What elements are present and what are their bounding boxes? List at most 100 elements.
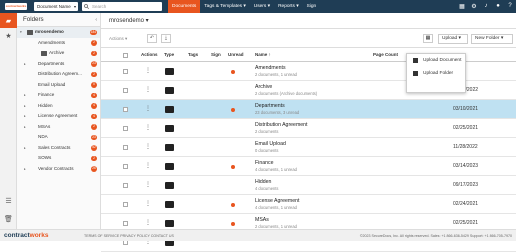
col-type[interactable]: Type (164, 48, 174, 62)
more-options-icon[interactable]: ⋮ (145, 181, 151, 189)
nav-item[interactable]: Tags & Templates ▾ (200, 0, 250, 13)
row-checkbox[interactable] (123, 69, 128, 74)
undo-icon[interactable]: ↶ (147, 34, 157, 43)
folder-item[interactable]: ▸ Departments 23 (17, 59, 100, 70)
folder-item[interactable]: ▸ Hidden 4 (17, 101, 100, 112)
row-checkbox[interactable] (123, 107, 128, 112)
folder-nav-icon[interactable]: ▰ (0, 13, 17, 28)
more-options-icon[interactable]: ⋮ (145, 162, 151, 170)
row-name[interactable]: Hidden (255, 179, 271, 185)
row-name[interactable]: Archive (255, 84, 272, 90)
more-options-icon[interactable]: ⋮ (145, 200, 151, 208)
folder-name: Vendor Contracts (38, 165, 74, 171)
folder-item[interactable]: ▸ Sales Contracts 52 (17, 143, 100, 154)
table-row[interactable]: ⋮ Email Upload 0 documents 11/28/2022 (101, 138, 516, 157)
folder-item[interactable]: Archive 2 (17, 48, 100, 59)
expand-icon[interactable]: ▸ (24, 143, 26, 154)
folder-item[interactable]: ▸ MSAs 2 (17, 122, 100, 133)
upload-folder-item[interactable]: Upload Folder (407, 67, 465, 80)
expand-icon[interactable]: ▸ (24, 90, 26, 101)
row-name[interactable]: Finance (255, 160, 273, 166)
col-sign[interactable]: Sign (211, 48, 221, 62)
nav-item[interactable]: Documents (168, 0, 201, 13)
table-row[interactable]: ⋮ Distribution Agreement 2 documents 02/25/… (101, 119, 516, 138)
folder-icon (165, 163, 174, 170)
file-icon (413, 58, 418, 63)
grid-view-icon[interactable]: ▦ (423, 34, 433, 43)
row-name[interactable]: Distribution Agreement (255, 122, 307, 128)
bell-icon[interactable]: ♪ (482, 2, 490, 10)
row-name[interactable]: License Agreement (255, 198, 299, 204)
grid-icon[interactable]: ▦ (458, 2, 466, 10)
more-options-icon[interactable]: ⋮ (145, 67, 151, 75)
row-checkbox[interactable] (123, 164, 128, 169)
table-row[interactable]: ⋮ Departments 23 documents, 3 unread 03/10/… (101, 100, 516, 119)
row-name[interactable]: Email Upload (255, 141, 286, 147)
row-checkbox[interactable] (123, 88, 128, 93)
footer-links[interactable]: TERMS OF SERVICE PRIVACY POLICY CONTACT … (84, 230, 174, 242)
chevron-left-icon[interactable]: ‹ (95, 13, 97, 27)
expand-icon[interactable]: ▸ (24, 111, 26, 122)
upload-document-item[interactable]: Upload Document (407, 54, 465, 67)
folder-item[interactable]: SOWs 2 (17, 153, 100, 164)
folder-name: mrosendemo (35, 29, 64, 34)
col-tags[interactable]: Tags (188, 48, 198, 62)
count-badge: 2 (91, 155, 97, 161)
row-checkbox[interactable] (123, 145, 128, 150)
unread-dot (231, 108, 235, 112)
row-name[interactable]: Amendments (255, 65, 286, 71)
download-icon[interactable]: ⤓ (161, 34, 171, 43)
folder-item[interactable]: Distribution Agreem... 2 (17, 69, 100, 80)
row-checkbox[interactable] (123, 221, 128, 226)
list-icon[interactable]: ☰ (0, 193, 17, 208)
row-checkbox[interactable] (123, 183, 128, 188)
col-page-count[interactable]: Page Count (373, 48, 398, 62)
star-icon[interactable]: ★ (0, 28, 17, 43)
actions-dropdown[interactable]: Actions ▾ (107, 34, 138, 43)
breadcrumb[interactable]: mrosendemo ▾ (101, 13, 516, 29)
folder-icon (413, 71, 418, 76)
nav-item[interactable]: Reports ▾ (274, 0, 303, 13)
upload-button[interactable]: Upload ▾ (438, 34, 468, 44)
left-rail: ▰ ★ ☰ 🗑 (0, 13, 17, 229)
table-row[interactable]: ⋮ License Agreement 4 documents, 1 unread 0… (101, 195, 516, 214)
folder-item[interactable]: Email Upload 0 (17, 80, 100, 91)
folder-item[interactable]: ▸ Vendor Contracts 26 (17, 164, 100, 175)
expand-icon[interactable]: ▾ (20, 27, 22, 38)
folder-item[interactable]: ▾ mrosendemo 184 (17, 27, 100, 38)
app-logo[interactable]: contractworks (0, 0, 32, 13)
col-name[interactable]: Name ↑ (255, 48, 271, 62)
nav-item[interactable]: Users ▾ (250, 0, 274, 13)
folder-item[interactable]: ▸ Finance 4 (17, 90, 100, 101)
expand-icon[interactable]: ▸ (24, 164, 26, 175)
expand-icon[interactable]: ▸ (24, 122, 26, 133)
row-checkbox[interactable] (123, 126, 128, 131)
table-row[interactable]: ⋮ Hidden 4 documents 09/17/2023 (101, 176, 516, 195)
document-name-select[interactable]: Document Name ▾ (34, 2, 78, 11)
folder-item[interactable]: Amendments 2 (17, 38, 100, 49)
row-checkbox[interactable] (123, 202, 128, 207)
folder-item[interactable]: ▸ License Agreement 4 (17, 111, 100, 122)
trash-icon[interactable]: 🗑 (0, 211, 17, 226)
search-input[interactable]: Search (82, 2, 162, 11)
help-icon[interactable]: ? (506, 2, 514, 10)
more-options-icon[interactable]: ⋮ (145, 124, 151, 132)
user-icon[interactable]: ● (494, 2, 502, 10)
row-name[interactable]: Departments (255, 103, 285, 109)
more-options-icon[interactable]: ⋮ (145, 86, 151, 94)
folder-item[interactable]: NDA 23 (17, 132, 100, 143)
more-options-icon[interactable]: ⋮ (145, 143, 151, 151)
table-row[interactable]: ⋮ Finance 4 documents, 1 unread 03/14/2023 (101, 157, 516, 176)
expand-icon[interactable]: ▸ (24, 59, 26, 70)
more-options-icon[interactable]: ⋮ (145, 105, 151, 113)
new-folder-button[interactable]: New Folder ▾ (471, 34, 513, 44)
col-unread[interactable]: Unread (228, 48, 244, 62)
nav-item[interactable]: Sign (303, 0, 321, 13)
more-options-icon[interactable]: ⋮ (145, 219, 151, 227)
row-name[interactable]: MSAs (255, 217, 269, 223)
expand-icon[interactable]: ▸ (24, 101, 26, 112)
col-actions[interactable]: Actions (141, 48, 158, 62)
toolbar: Actions ▾ ↶ ⤓ ▦ Upload ▾ New Folder ▾ (101, 29, 516, 48)
gear-icon[interactable]: ⚙ (470, 2, 478, 10)
select-all-checkbox[interactable] (123, 52, 128, 58)
